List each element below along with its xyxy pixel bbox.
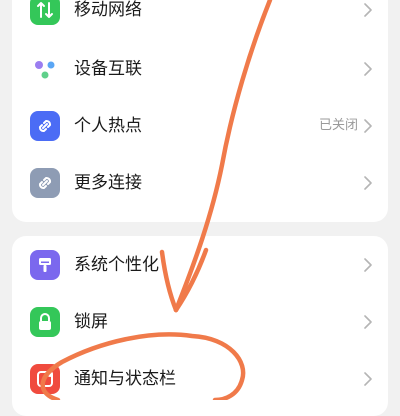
display-card: 系统个性化 锁屏 通知与状态栏 [12, 236, 388, 416]
settings-item-mobile-network[interactable]: 移动网络 [12, 0, 388, 39]
settings-item-label: 锁屏 [74, 312, 108, 332]
more-connections-icon [30, 168, 60, 198]
settings-item-label: 设备互联 [74, 59, 142, 79]
settings-item-label: 移动网络 [74, 0, 142, 20]
chevron-right-icon [364, 372, 372, 386]
settings-item-label: 更多连接 [74, 173, 142, 193]
chevron-right-icon [364, 258, 372, 272]
settings-item-personalization[interactable]: 系统个性化 [12, 237, 388, 294]
settings-item-more-connections[interactable]: 更多连接 [12, 155, 388, 212]
notification-icon [30, 364, 60, 394]
settings-item-hotspot[interactable]: 个人热点 已关闭 [12, 98, 388, 155]
chevron-right-icon [364, 176, 372, 190]
settings-item-label: 系统个性化 [74, 255, 159, 275]
settings-item-device-connection[interactable]: 设备互联 [12, 41, 388, 98]
lock-icon [30, 307, 60, 337]
settings-item-label: 通知与状态栏 [74, 369, 176, 389]
connections-card: 移动网络 设备互联 个人热点 已关闭 更多连接 [12, 0, 388, 222]
settings-item-label: 个人热点 [74, 116, 142, 136]
personalization-icon [30, 250, 60, 280]
hotspot-icon [30, 111, 60, 141]
chevron-right-icon [364, 119, 372, 133]
chevron-right-icon [364, 315, 372, 329]
hotspot-status: 已关闭 [318, 118, 358, 133]
settings-item-notifications[interactable]: 通知与状态栏 [12, 351, 388, 408]
chevron-right-icon [364, 3, 372, 17]
chevron-right-icon [364, 62, 372, 76]
device-connection-icon [30, 54, 60, 84]
settings-item-lock-screen[interactable]: 锁屏 [12, 294, 388, 351]
mobile-network-icon [30, 0, 60, 25]
